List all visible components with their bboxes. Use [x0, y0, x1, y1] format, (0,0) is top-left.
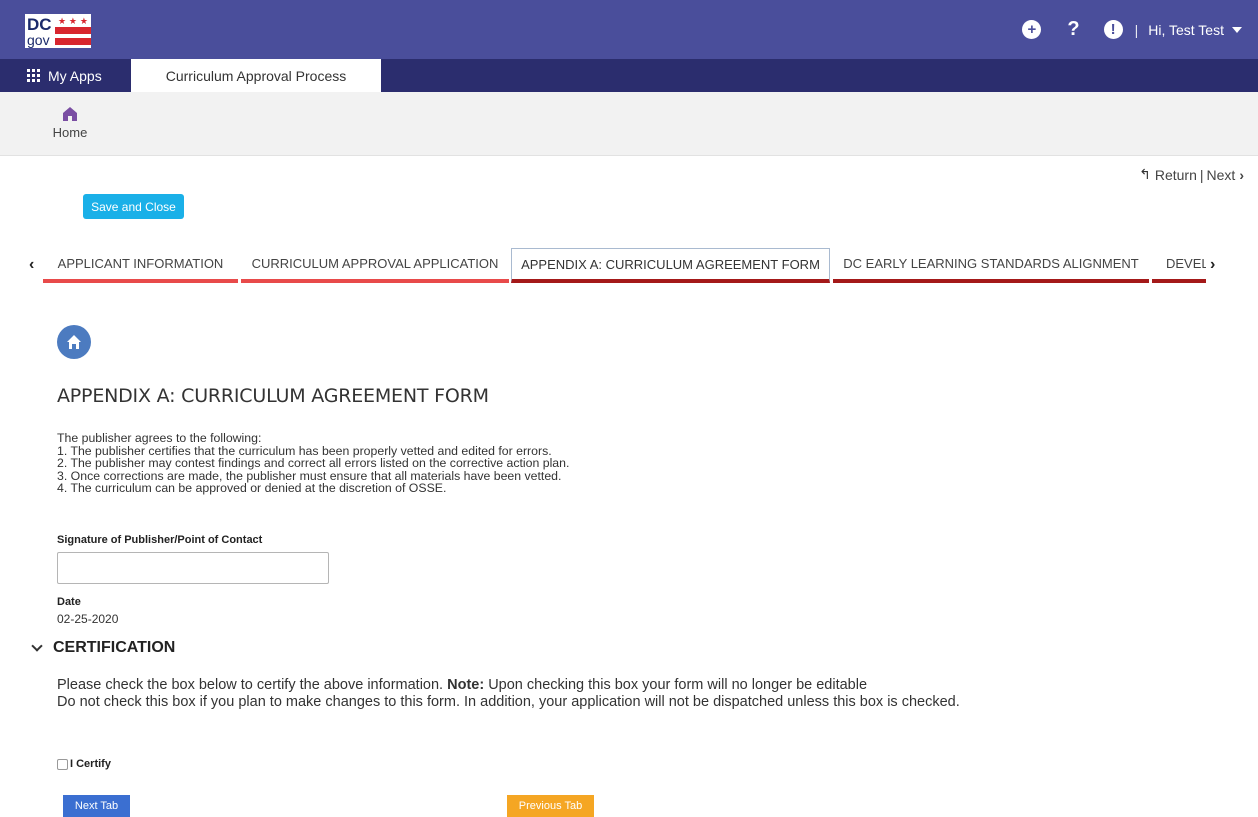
i-certify-checkbox[interactable] [57, 758, 68, 770]
question-icon[interactable]: ? [1067, 18, 1079, 41]
my-apps-label: My Apps [48, 67, 102, 84]
plus-circle-icon[interactable]: + [1022, 20, 1042, 39]
nav-separator: | [1199, 166, 1204, 183]
previous-tab-button[interactable]: Previous Tab [507, 795, 594, 817]
dc-gov-logo[interactable]: DC gov ★ ★ ★ [25, 14, 91, 48]
tab-curriculum-approval-process[interactable]: Curriculum Approval Process [131, 59, 381, 92]
home-toolbar: Home [0, 92, 1258, 156]
form-home-icon[interactable] [57, 325, 91, 359]
agreement-text: The publisher agrees to the following: 1… [57, 432, 569, 495]
date-label: Date [57, 596, 81, 608]
tab-appendix-a[interactable]: APPENDIX A: CURRICULUM AGREEMENT FORM [511, 248, 830, 283]
header-actions: + ? ! | Hi, Test Test [1022, 0, 1258, 59]
page-title: APPENDIX A: CURRICULUM AGREEMENT FORM [57, 385, 489, 407]
certification-section-toggle[interactable]: CERTIFICATION [31, 639, 176, 657]
my-apps-button[interactable]: My Apps [27, 59, 102, 92]
i-certify-label[interactable]: I Certify [70, 758, 111, 770]
tabs-scroll-left-icon[interactable]: ‹ [29, 256, 34, 274]
top-header-bar: DC gov ★ ★ ★ + ? ! | Hi, Test Test [0, 0, 1258, 59]
i-certify-checkbox-row[interactable]: I Certify [57, 758, 111, 770]
tab-curriculum-approval-application[interactable]: CURRICULUM APPROVAL APPLICATION [241, 248, 509, 283]
chevron-right-icon[interactable]: › [1239, 167, 1244, 183]
header-separator: | [1134, 21, 1139, 38]
apps-grid-icon [27, 69, 40, 82]
tab-applicant-information[interactable]: APPLICANT INFORMATION [43, 248, 238, 283]
signature-label: Signature of Publisher/Point of Contact [57, 534, 263, 546]
tab-developmental[interactable]: DEVELOPMENTAL [1152, 248, 1206, 283]
user-menu[interactable]: Hi, Test Test [1148, 22, 1224, 38]
tab-dc-early-learning-standards[interactable]: DC EARLY LEARNING STANDARDS ALIGNMENT [833, 248, 1149, 283]
agreement-line: The publisher agrees to the following: [57, 431, 262, 445]
form-tabs: ‹ APPLICANT INFORMATION CURRICULUM APPRO… [27, 248, 1258, 284]
exclamation-circle-icon[interactable]: ! [1103, 20, 1123, 39]
agreement-line: 4. The curriculum can be approved or den… [57, 481, 447, 495]
chevron-down-icon [31, 640, 43, 652]
svg-text:gov: gov [27, 32, 50, 48]
home-label: Home [52, 125, 88, 140]
return-next-nav: ↰ Return | Next › [1139, 166, 1244, 183]
svg-text:★ ★ ★: ★ ★ ★ [58, 17, 88, 27]
next-tab-button[interactable]: Next Tab [63, 795, 130, 817]
next-link[interactable]: Next [1207, 167, 1236, 183]
chevron-down-icon[interactable] [1232, 26, 1242, 33]
date-value: 02-25-2020 [57, 612, 119, 626]
agreement-line: 2. The publisher may contest findings an… [57, 456, 570, 470]
home-icon [63, 107, 77, 121]
app-bar: My Apps Curriculum Approval Process [0, 59, 1258, 92]
return-link[interactable]: Return [1155, 167, 1197, 183]
certification-text: Please check the box below to certify th… [57, 677, 960, 710]
home-button[interactable]: Home [50, 106, 90, 140]
certification-heading: CERTIFICATION [53, 639, 176, 656]
signature-field[interactable] [57, 552, 329, 584]
save-and-close-button[interactable]: Save and Close [83, 194, 184, 219]
return-arrow-icon[interactable]: ↰ [1139, 166, 1151, 183]
tabs-scroll-right-icon[interactable]: › [1210, 256, 1215, 274]
